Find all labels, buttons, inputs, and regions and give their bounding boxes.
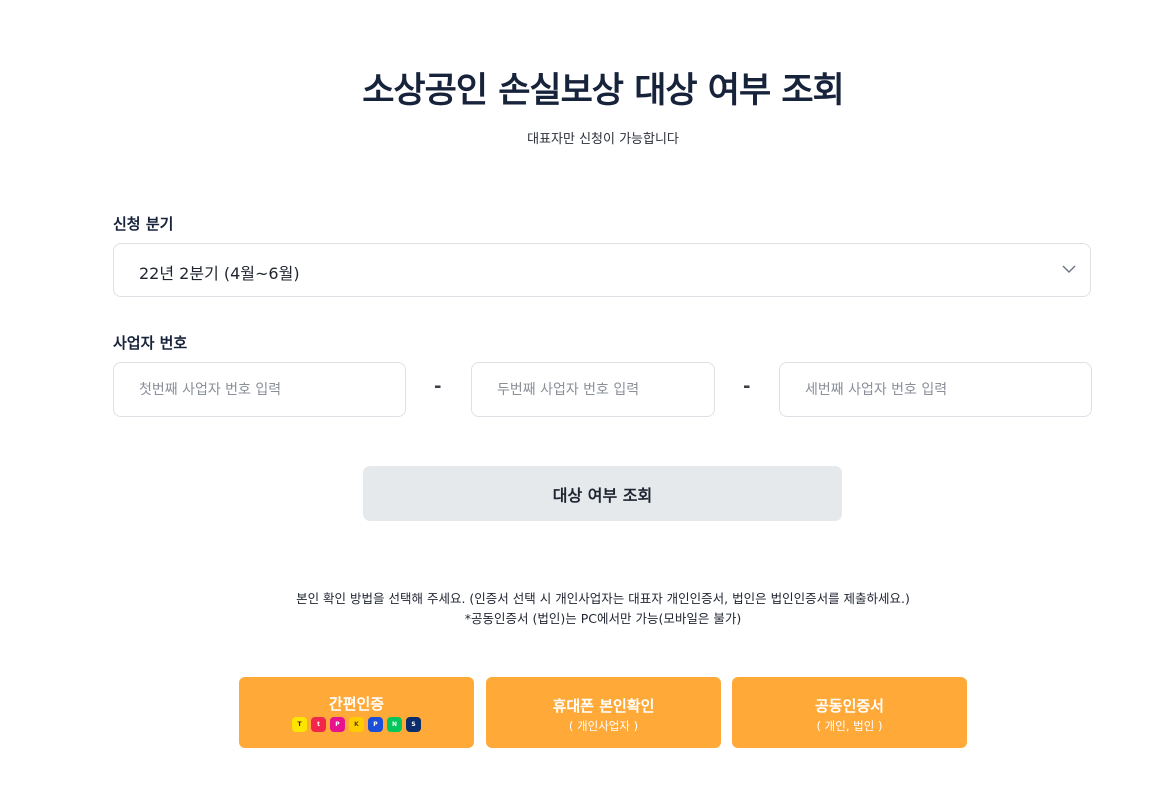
business-number-separator: - <box>434 376 442 397</box>
auth-notice: 본인 확인 방법을 선택해 주세요. (인증서 선택 시 개인사업자는 대표자 … <box>0 589 1150 629</box>
business-number-field-2 <box>471 362 715 417</box>
naver-icon: N <box>387 717 402 732</box>
phone-verification-subtitle: ( 개인사업자 ) <box>568 719 639 733</box>
pass-icon: P <box>330 717 345 732</box>
kb-icon: K <box>349 717 364 732</box>
business-number-input-3[interactable] <box>780 363 1091 416</box>
quarter-select[interactable]: 22년 2분기 (4월~6월) <box>113 243 1091 297</box>
simple-auth-button[interactable]: 간편인증 T t P K P N S <box>239 677 474 748</box>
business-number-field-1 <box>113 362 406 417</box>
phone-verification-button[interactable]: 휴대폰 본인확인 ( 개인사업자 ) <box>486 677 721 748</box>
lookup-button[interactable]: 대상 여부 조회 <box>363 466 842 521</box>
auth-notice-line-2: *공동인증서 (법인)는 PC에서만 가능(모바일은 불가) <box>464 611 742 626</box>
chevron-down-icon <box>1062 265 1076 273</box>
page-title: 소상공인 손실보상 대상 여부 조회 <box>362 71 845 111</box>
kakao-icon: T <box>292 717 307 732</box>
toss-icon: t <box>311 717 326 732</box>
page: 소상공인 손실보상 대상 여부 조회 대표자만 신청이 가능합니다 신청 분기 … <box>0 0 1150 787</box>
joint-certificate-subtitle: ( 개인, 법인 ) <box>816 719 883 733</box>
quarter-selected-value: 22년 2분기 (4월~6월) <box>139 264 300 283</box>
business-number-label: 사업자 번호 <box>113 334 188 352</box>
phone-verification-title: 휴대폰 본인확인 <box>552 697 655 715</box>
joint-certificate-button[interactable]: 공동인증서 ( 개인, 법인 ) <box>732 677 967 748</box>
provider-icons: T t P K P N S <box>239 717 474 732</box>
business-number-input-1[interactable] <box>114 363 405 416</box>
quarter-label: 신청 분기 <box>113 215 174 233</box>
auth-notice-line-1: 본인 확인 방법을 선택해 주세요. (인증서 선택 시 개인사업자는 대표자 … <box>296 591 910 606</box>
shinhan-icon: S <box>406 717 421 732</box>
simple-auth-title: 간편인증 <box>328 695 385 713</box>
joint-certificate-title: 공동인증서 <box>814 697 884 715</box>
business-number-field-3 <box>779 362 1092 417</box>
page-subtitle: 대표자만 신청이 가능합니다 <box>527 132 679 147</box>
business-number-input-2[interactable] <box>472 363 714 416</box>
business-number-separator: - <box>743 376 751 397</box>
samsung-pass-icon: P <box>368 717 383 732</box>
